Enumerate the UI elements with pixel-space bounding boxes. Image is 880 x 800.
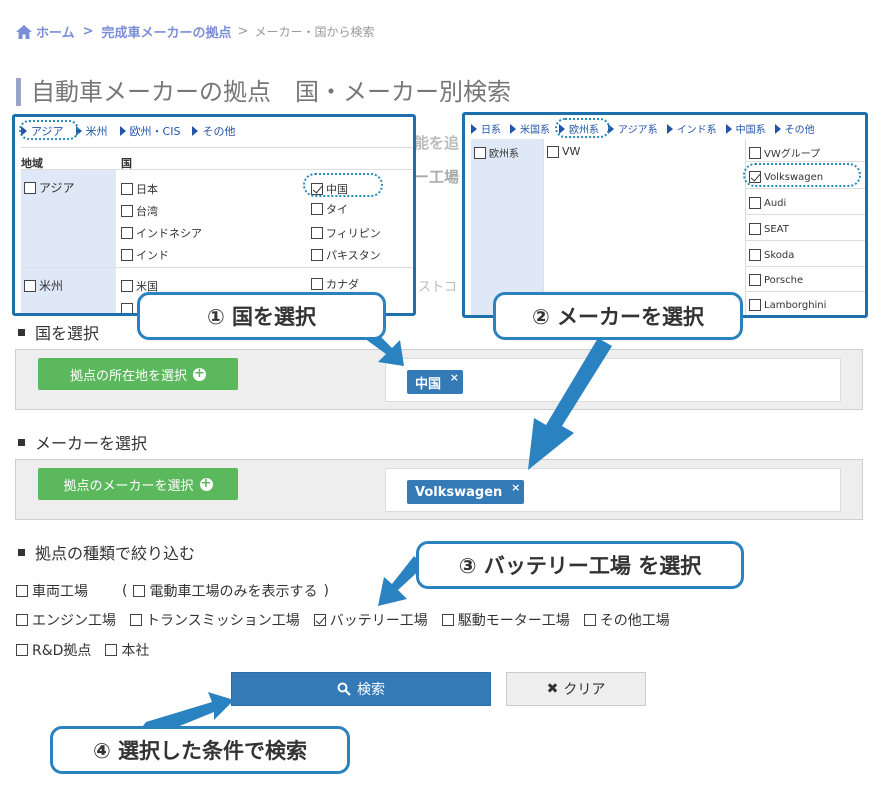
annotation-arrows xyxy=(140,326,612,738)
callout-step-3: ③ バッテリー工場 を選択 xyxy=(416,541,744,589)
annotation-arrow-2 xyxy=(528,338,612,470)
callout-step-1: ① 国を選択 xyxy=(137,292,386,340)
callout-step-4: ④ 選択した条件で検索 xyxy=(50,726,350,774)
callout-step-2: ② メーカーを選択 xyxy=(493,292,743,340)
